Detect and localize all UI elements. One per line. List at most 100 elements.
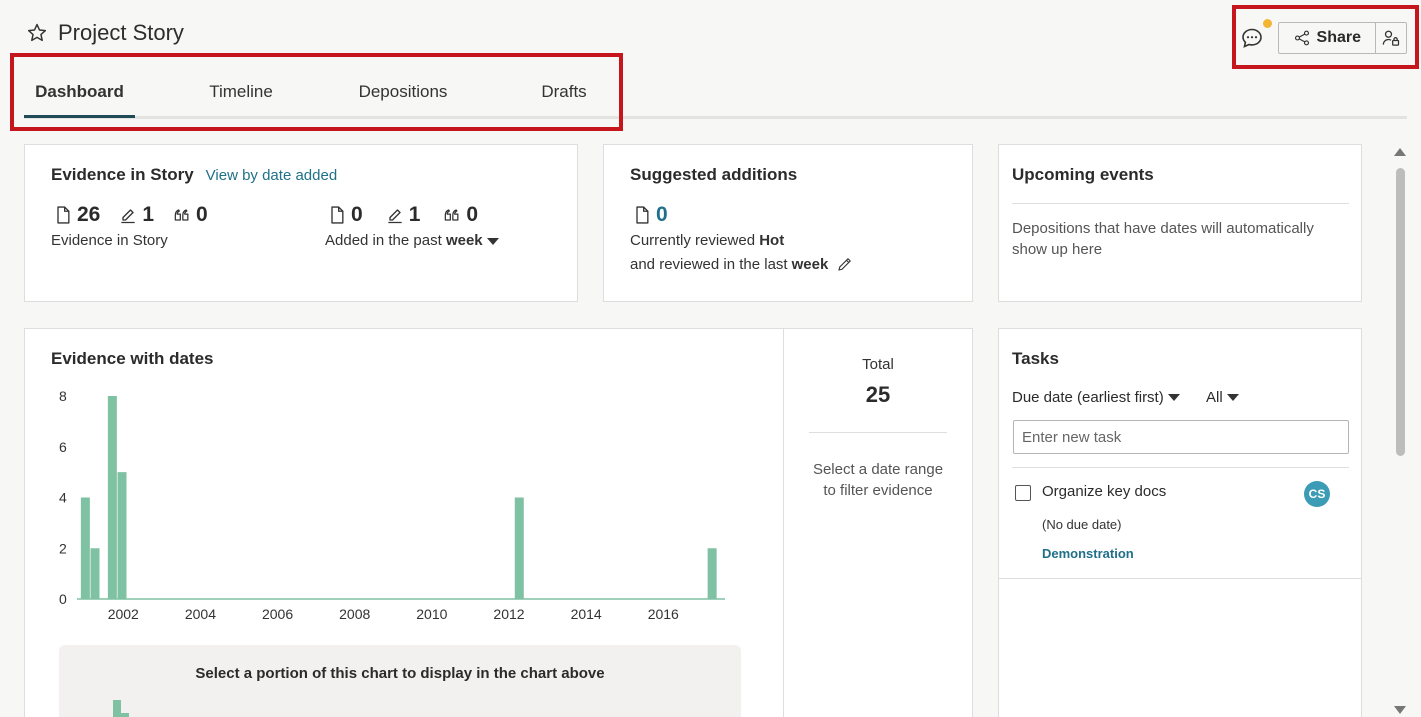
chart-bar [117, 472, 127, 599]
favorite-star-icon[interactable] [26, 22, 48, 44]
scroll-thumb[interactable] [1396, 168, 1405, 456]
stat-highlights-value: 1 [142, 203, 155, 226]
upcoming-divider [1012, 203, 1349, 204]
chart-bar [80, 497, 90, 599]
chart-divider [783, 329, 784, 717]
x-tick-label: 2016 [648, 606, 679, 622]
chart-bar [514, 497, 524, 599]
added-documents-value: 0 [351, 203, 363, 226]
suggested-line2-value: week [791, 255, 829, 273]
x-tick-label: 2004 [185, 606, 216, 622]
upcoming-empty-text: Depositions that have dates will automat… [1012, 220, 1314, 258]
added-quotes-value: 0 [466, 203, 479, 226]
highlighter-icon [388, 209, 402, 224]
added-stats: 0 1 0 [327, 203, 478, 227]
suggested-line1-prefix: Currently reviewed [630, 232, 756, 249]
overview-bar [121, 713, 129, 717]
view-by-date-link[interactable]: View by date added [206, 167, 338, 184]
evidence-dates-title: Evidence with dates [51, 349, 214, 368]
suggested-line1-value: Hot [759, 232, 785, 249]
upcoming-title: Upcoming events [1012, 165, 1154, 184]
tasks-sort-dropdown[interactable]: Due date (earliest first) [1012, 389, 1180, 406]
added-period-label: Added in the past week [325, 232, 499, 249]
assignee-avatar[interactable]: CS [1304, 481, 1330, 507]
document-icon [331, 206, 344, 224]
added-period-dropdown[interactable]: week [446, 232, 483, 249]
x-tick-label: 2002 [108, 606, 139, 622]
total-label: Total [862, 356, 894, 373]
upcoming-events-card: Upcoming events Depositions that have da… [998, 144, 1362, 302]
x-tick-label: 2010 [416, 606, 447, 622]
evidence-in-story-card: Evidence in Story View by date added 26 … [24, 144, 578, 302]
added-quotes: 0 [442, 203, 478, 227]
task-item-divider [999, 578, 1361, 579]
in-story-stats: 26 1 0 [53, 203, 208, 227]
new-task-input[interactable] [1013, 420, 1349, 454]
scroll-up-arrow-icon[interactable] [1394, 148, 1406, 156]
y-tick-label: 4 [59, 490, 67, 506]
scroll-down-arrow-icon[interactable] [1394, 706, 1406, 714]
added-highlights-value: 1 [408, 203, 421, 226]
evidence-in-story-title: Evidence in Story [51, 165, 194, 184]
tasks-title: Tasks [1012, 349, 1059, 368]
chart-bar [90, 548, 100, 599]
chart-bar [707, 548, 717, 599]
overview-title: Select a portion of this chart to displa… [195, 665, 605, 682]
stat-documents-value: 26 [77, 203, 101, 226]
task-project-link[interactable]: Demonstration [1042, 546, 1134, 561]
x-tick-label: 2014 [571, 606, 602, 622]
stat-documents: 26 [53, 203, 100, 227]
x-tick-label: 2008 [339, 606, 370, 622]
total-divider [809, 432, 947, 433]
suggested-count[interactable]: 0 [632, 203, 668, 227]
caret-down-icon[interactable] [486, 237, 499, 245]
page-scrollbar[interactable] [1393, 148, 1407, 717]
total-value: 25 [865, 382, 891, 407]
task-due-date: (No due date) [1042, 517, 1122, 532]
chart-bar [107, 396, 117, 599]
task-checkbox[interactable] [1015, 485, 1031, 501]
quote-icon [174, 209, 189, 221]
added-documents: 0 [327, 203, 363, 227]
document-icon [636, 206, 649, 224]
tasks-filter-dropdown[interactable]: All [1206, 389, 1239, 406]
title-row: Project Story [26, 20, 184, 46]
highlighter-icon [121, 209, 136, 224]
highlight-box-tabs [10, 53, 623, 131]
y-tick-label: 8 [59, 388, 67, 404]
added-highlights: 1 [385, 203, 421, 227]
page-title: Project Story [58, 20, 184, 45]
suggested-additions-card: Suggested additions 0 Currently reviewed… [603, 144, 973, 302]
added-label-prefix: Added in the past [325, 232, 442, 249]
edit-pencil-icon[interactable] [836, 255, 854, 273]
caret-down-icon [1226, 394, 1239, 401]
caret-down-icon [1167, 394, 1180, 401]
date-range-hint: Select a date range to filter evidence [812, 461, 944, 499]
suggested-line2: and reviewed in the last week [630, 255, 854, 273]
stat-quotes-value: 0 [196, 203, 208, 226]
suggested-title: Suggested additions [630, 165, 798, 184]
x-tick-label: 2012 [493, 606, 524, 622]
evidence-dates-chart[interactable]: 0 2 4 6 8 2002 2004 2006 2008 2010 2012 2014 2016 [25, 374, 745, 674]
tasks-divider [1012, 467, 1349, 468]
suggested-count-value: 0 [656, 203, 668, 226]
y-tick-label: 2 [59, 540, 67, 556]
tasks-sort-label: Due date (earliest first) [1012, 389, 1164, 406]
suggested-line1: Currently reviewed Hot [630, 232, 784, 249]
task-name[interactable]: Organize key docs [1042, 483, 1166, 500]
y-tick-label: 6 [59, 439, 67, 455]
evidence-with-dates-card: Evidence with dates 0 2 4 6 8 2002 2004 2006 200… [24, 328, 973, 717]
quote-icon [445, 209, 459, 221]
overview-brush-panel[interactable]: Select a portion of this chart to displa… [59, 645, 741, 717]
stat-highlights: 1 [118, 203, 154, 227]
suggested-line2-prefix: and reviewed in the last [630, 255, 788, 273]
tasks-filter-label: All [1206, 389, 1223, 406]
highlight-box-actions [1232, 5, 1419, 69]
tasks-card: Tasks Due date (earliest first) All Orga… [998, 328, 1362, 717]
document-icon [57, 206, 70, 224]
y-tick-label: 0 [59, 591, 67, 607]
x-tick-label: 2006 [262, 606, 293, 622]
in-story-label: Evidence in Story [51, 232, 168, 249]
stat-quotes: 0 [172, 203, 208, 227]
overview-bar [113, 700, 121, 717]
